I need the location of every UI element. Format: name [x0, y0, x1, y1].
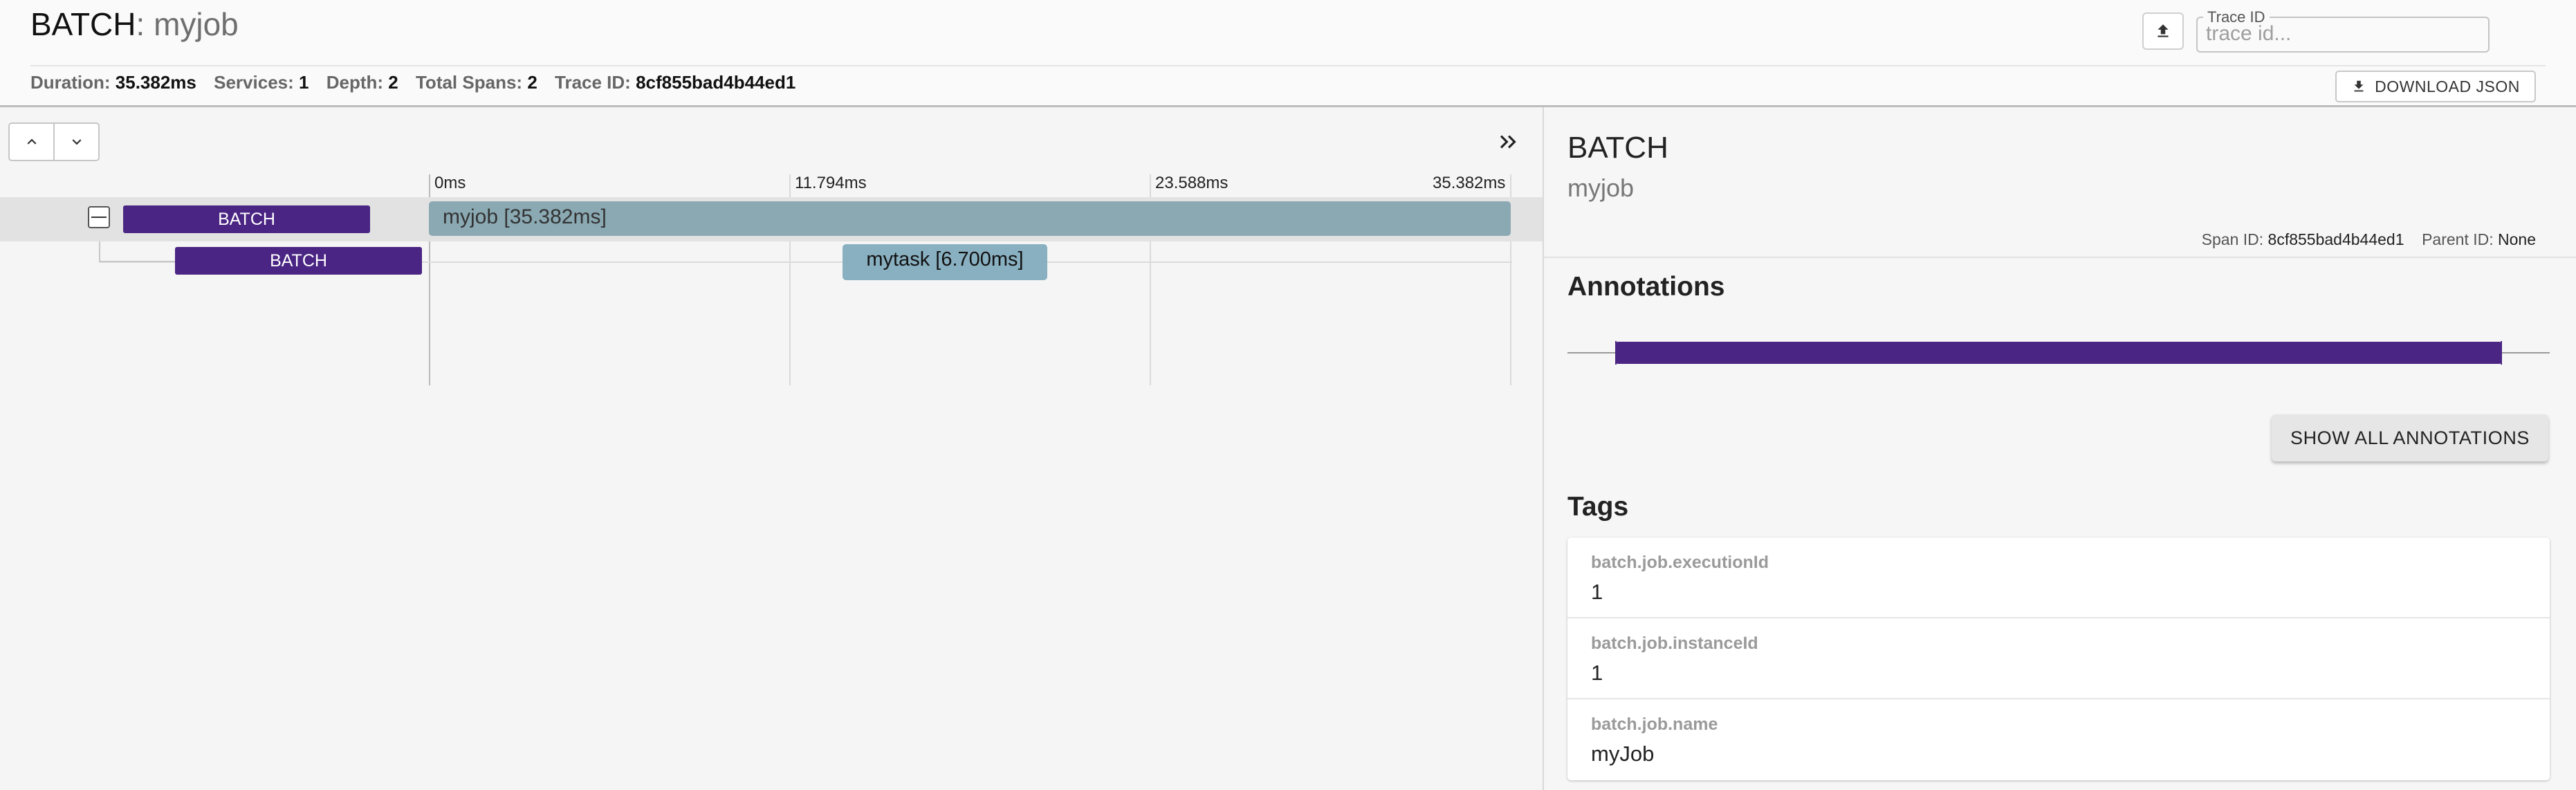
span-bar[interactable]: mytask [6.700ms] — [843, 244, 1047, 280]
tag-row: batch.job.instanceId 1 — [1567, 618, 2550, 699]
detail-span-name: myjob — [1567, 174, 1635, 202]
annotation-marker[interactable] — [2501, 341, 2502, 365]
tag-key: batch.job.name — [1591, 715, 1718, 734]
next-span-button[interactable] — [53, 124, 98, 160]
show-all-annotations-button[interactable]: SHOW ALL ANNOTATIONS — [2272, 414, 2548, 461]
services-label: Services: — [214, 72, 294, 93]
total-spans-value: 2 — [527, 72, 537, 93]
trace-stats: Duration: 35.382ms Services: 1 Depth: 2 … — [30, 72, 808, 93]
tick-label: 11.794ms — [795, 174, 867, 192]
tag-value: myJob — [1591, 742, 1655, 766]
parent-id-value: None — [2498, 230, 2536, 248]
tag-value: 1 — [1591, 580, 1603, 604]
services-value: 1 — [299, 72, 309, 93]
chevron-down-icon — [72, 139, 81, 145]
span-ids: Span ID: 8cf855bad4b44ed1 Parent ID: Non… — [2202, 230, 2536, 249]
tags-list: batch.job.executionId 1 batch.job.instan… — [1567, 538, 2550, 780]
upload-icon — [2158, 24, 2169, 37]
title-span-name: myjob — [154, 6, 239, 42]
span-bar[interactable]: myjob [35.382ms] — [429, 201, 1511, 236]
annotations-heading: Annotations — [1567, 272, 1725, 302]
tag-row: batch.job.executionId 1 — [1567, 538, 2550, 618]
trace-id-stat-value: 8cf855bad4b44ed1 — [636, 72, 796, 93]
tag-value: 1 — [1591, 661, 1603, 685]
depth-value: 2 — [388, 72, 398, 93]
span-id-label: Span ID: — [2201, 230, 2264, 248]
trace-page: { "header": { "service": "BATCH", "separ… — [0, 0, 2576, 790]
row-navigation — [8, 122, 100, 161]
download-json-button[interactable]: DOWNLOAD JSON — [2335, 71, 2536, 102]
tags-heading: Tags — [1567, 492, 1629, 522]
span-detail-panel: BATCH myjob Span ID: 8cf855bad4b44ed1 Pa… — [1543, 107, 2576, 790]
download-json-label: DOWNLOAD JSON — [2375, 77, 2520, 95]
annotation-span-bar[interactable] — [1616, 342, 2501, 364]
page-title: BATCH: myjob — [30, 6, 239, 43]
toggle-detail-panel-button[interactable] — [1494, 128, 1522, 156]
tick-label: 23.588ms — [1155, 174, 1229, 192]
tick-label: 35.382ms — [1433, 174, 1506, 192]
detail-divider — [1544, 257, 2576, 258]
trace-id-stat-label: Trace ID: — [555, 72, 631, 93]
collapse-icon[interactable] — [88, 206, 110, 228]
upload-button[interactable] — [2142, 12, 2184, 50]
previous-span-button[interactable] — [10, 124, 53, 160]
span-timeline: 0ms 11.794ms 23.588ms 35.382ms BATCH myj… — [0, 107, 1543, 790]
header-divider — [30, 65, 2546, 66]
tree-connector — [99, 241, 100, 262]
total-spans-label: Total Spans: — [415, 72, 523, 93]
trace-header: BATCH: myjob Trace ID Duration: 35.382ms… — [0, 0, 2576, 107]
service-badge: BATCH — [123, 205, 370, 233]
parent-id-label: Parent ID: — [2422, 230, 2494, 248]
tag-row: batch.job.name myJob — [1567, 699, 2550, 780]
span-id-value: 8cf855bad4b44ed1 — [2267, 230, 2404, 248]
duration-label: Duration: — [30, 72, 111, 93]
title-separator: : — [136, 6, 154, 42]
tag-key: batch.job.executionId — [1591, 553, 1769, 572]
trace-id-field[interactable]: Trace ID — [2196, 10, 2490, 53]
tick-label: 0ms — [434, 174, 466, 192]
title-service: BATCH — [30, 6, 136, 42]
double-chevron-right-icon — [1500, 135, 1516, 149]
tag-key: batch.job.instanceId — [1591, 634, 1758, 653]
chevron-up-icon — [27, 138, 36, 145]
tree-connector — [99, 261, 175, 262]
depth-label: Depth: — [326, 72, 384, 93]
detail-service-name: BATCH — [1567, 131, 1668, 165]
download-icon — [2354, 80, 2364, 92]
service-badge: BATCH — [175, 247, 422, 275]
trace-id-input[interactable] — [2205, 19, 2477, 48]
annotation-marker[interactable] — [1615, 341, 1617, 365]
duration-value: 35.382ms — [115, 72, 196, 93]
